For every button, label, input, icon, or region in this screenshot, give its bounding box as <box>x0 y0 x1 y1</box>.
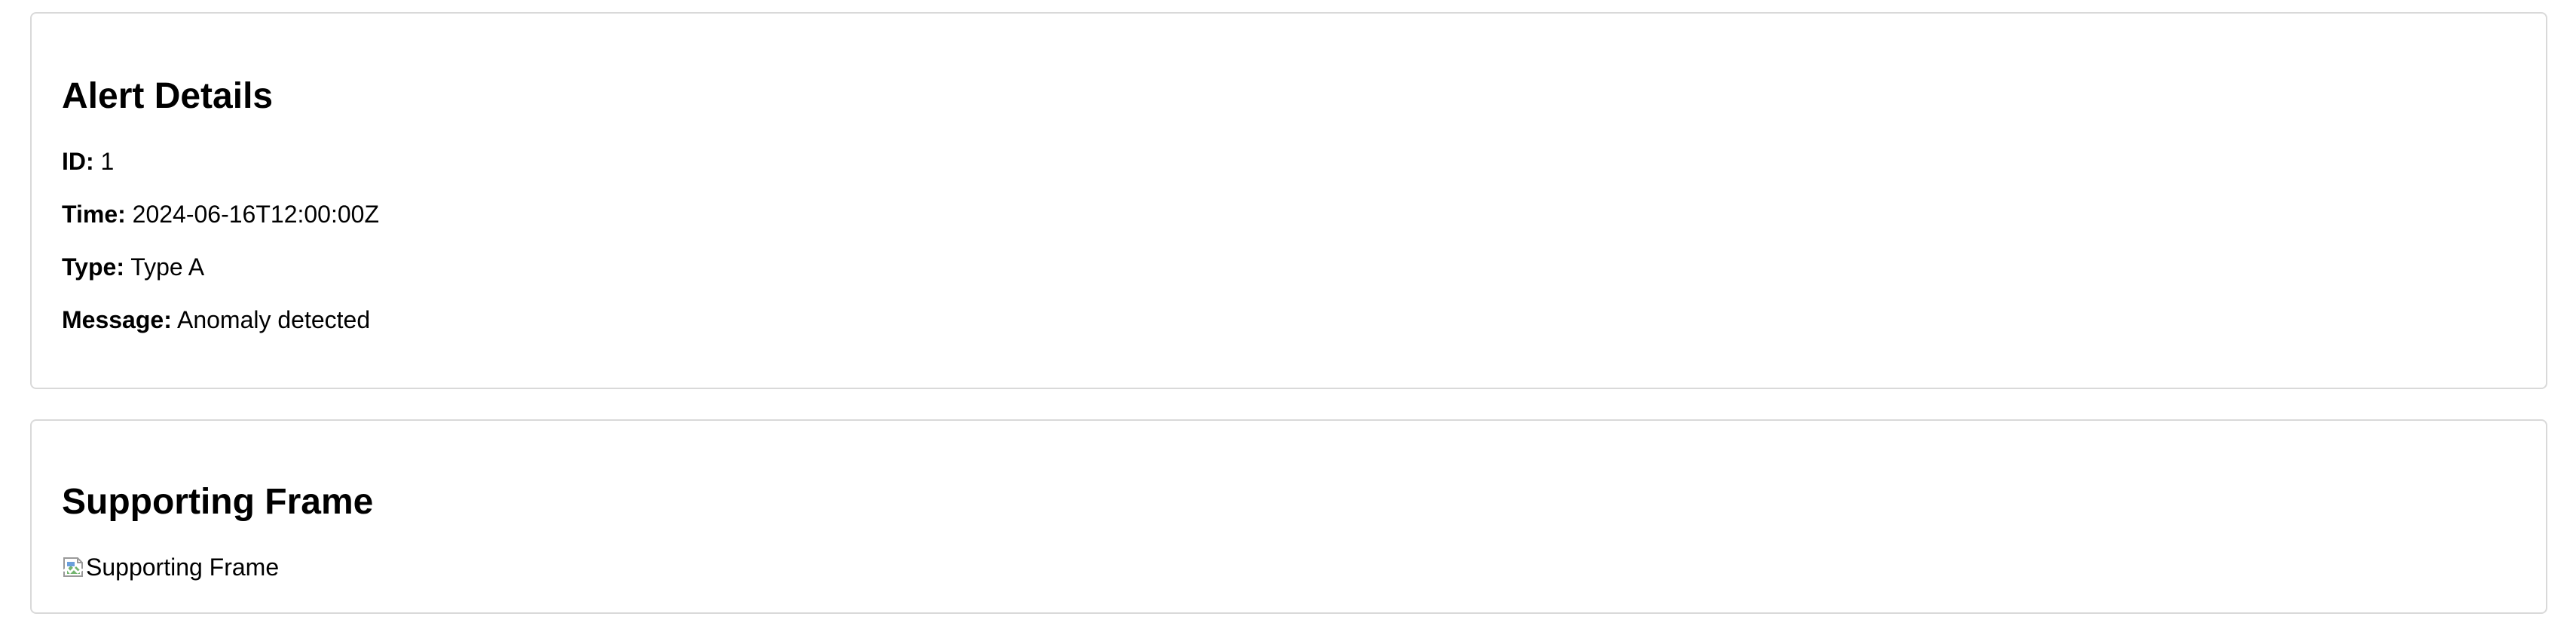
alert-type-label: Type: <box>62 253 124 281</box>
supporting-frame-panel: Supporting Frame Supporting Frame <box>30 419 2547 614</box>
alert-id-value: 1 <box>100 148 115 175</box>
alert-time-label: Time: <box>62 201 126 228</box>
alert-details-title: Alert Details <box>62 76 274 116</box>
alert-message-row: Message: Anomaly detected <box>62 308 370 332</box>
alert-message-label: Message: <box>62 306 172 333</box>
broken-image-icon <box>62 555 84 579</box>
alert-type-value: Type A <box>130 253 205 281</box>
alert-time-row: Time: 2024-06-16T12:00:00Z <box>62 202 379 226</box>
alert-id-label: ID: <box>62 148 94 175</box>
alert-type-row: Type: Type A <box>62 255 204 279</box>
alert-id-row: ID: 1 <box>62 149 114 173</box>
supporting-frame-alt-text: Supporting Frame <box>86 554 280 581</box>
alert-message-value: Anomaly detected <box>176 306 371 333</box>
supporting-frame-image: Supporting Frame <box>62 555 279 579</box>
alert-details-panel: Alert Details ID: 1 Time: 2024-06-16T12:… <box>30 12 2547 389</box>
supporting-frame-title: Supporting Frame <box>62 482 374 522</box>
alert-time-value: 2024-06-16T12:00:00Z <box>132 201 379 228</box>
